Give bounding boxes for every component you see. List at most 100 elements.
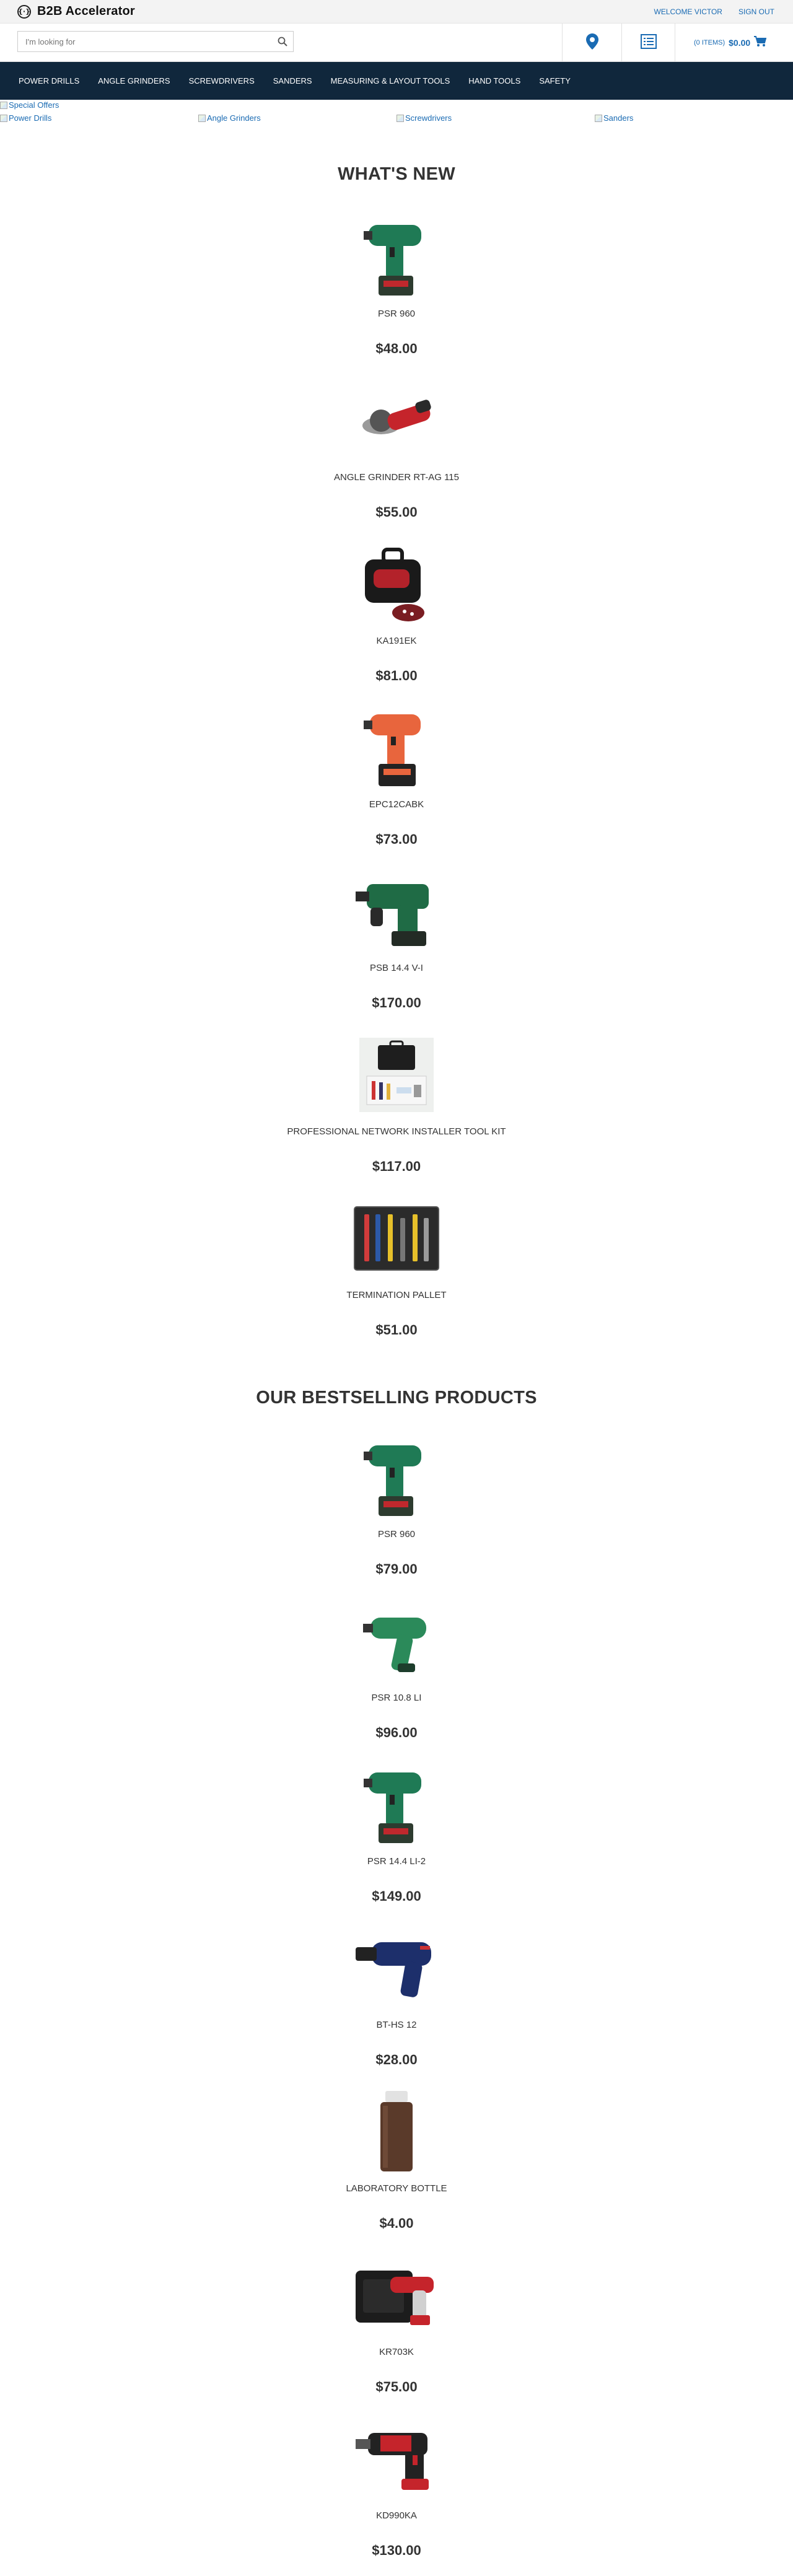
broken-image-icon [198,114,206,122]
product-price: $4.00 [379,2215,414,2231]
product-tile: PSR 960 $79.00 [0,1431,793,1595]
product-tile: PROFESSIONAL NETWORK INSTALLER TOOL KIT $… [0,1028,793,1192]
product-name[interactable]: BT-HS 12 [0,2020,793,2030]
product-price: $81.00 [375,668,418,683]
product-price: $75.00 [375,2379,418,2394]
special-offers-banner[interactable]: Special Offers [0,100,59,110]
product-name[interactable]: PROFESSIONAL NETWORK INSTALLER TOOL KIT [0,1126,793,1137]
product-name[interactable]: KD990KA [0,2510,793,2521]
nav-item[interactable]: SCREWDRIVERS [189,76,255,85]
product-tile: PSR 14.4 LI-2 $149.00 [0,1758,793,1922]
category-banner-link[interactable]: Screwdrivers [396,113,452,123]
search-box [17,31,294,52]
nav-item[interactable]: HAND TOOLS [468,76,520,85]
product-name[interactable]: LABORATORY BOTTLE [0,2183,793,2194]
product-tile: PSR 960 $48.00 [0,211,793,374]
category-banner-link[interactable]: Angle Grinders [198,113,261,123]
product-name[interactable]: ANGLE GRINDER RT-AG 115 [0,472,793,483]
product-tile: ANGLE GRINDER RT-AG 115 $55.00 [0,374,793,538]
product-name[interactable]: PSR 960 [0,1529,793,1540]
logo-icon: {·} [17,4,31,19]
product-name[interactable]: EPC12CABK [0,799,793,810]
product-price: $73.00 [375,831,418,847]
brown-bottle-icon[interactable] [350,2085,443,2178]
product-name[interactable]: PSR 960 [0,309,793,319]
category-banner-alt: Sanders [603,113,634,123]
product-tile: TERMINATION PALLET $51.00 [0,1192,793,1356]
product-tile: KR703K $75.00 [0,2249,793,2412]
store-locator-button[interactable] [562,24,621,62]
welcome-link[interactable]: WELCOME VICTOR [654,7,722,16]
category-banner-link[interactable]: Power Drills [0,113,51,123]
product-tile: LABORATORY BOTTLE $4.00 [0,2085,793,2249]
cart-total: $0.00 [729,38,751,48]
nav-item[interactable]: SAFETY [539,76,571,85]
product-name[interactable]: PSR 14.4 LI-2 [0,1856,793,1867]
product-price: $130.00 [372,2543,421,2558]
order-list-icon [640,33,657,52]
orange-cordless-drill-icon[interactable] [350,701,443,794]
search-input[interactable] [18,32,272,51]
green-cordless-drill-icon[interactable] [350,1758,443,1851]
product-name[interactable]: KA191EK [0,636,793,646]
category-banner-alt: Screwdrivers [405,113,452,123]
drill-in-case-icon[interactable] [350,2249,443,2342]
main-navigation: POWER DRILLS ANGLE GRINDERS SCREWDRIVERS SA… [0,62,793,100]
category-banners: Power Drills Angle Grinders Screwdrivers Sa… [0,113,793,126]
bestselling-title: OUR BESTSELLING PRODUCTS [256,1388,537,1408]
map-pin-icon [585,33,598,53]
product-price: $55.00 [375,504,418,520]
product-name[interactable]: KR703K [0,2347,793,2357]
black-sander-case-icon[interactable] [350,538,443,631]
nav-item[interactable]: SANDERS [273,76,312,85]
cart-item-count: (0 ITEMS) [694,39,725,46]
account-links: WELCOME VICTOR SIGN OUT [654,7,774,16]
search-icon[interactable] [272,32,293,51]
product-price: $170.00 [372,995,421,1010]
product-tile: BT-HS 12 $28.00 [0,1922,793,2085]
product-price: $96.00 [375,1725,418,1740]
green-cordless-drill-icon[interactable] [350,211,443,304]
nav-item[interactable]: ANGLE GRINDERS [98,76,170,85]
product-name[interactable]: TERMINATION PALLET [0,1290,793,1300]
red-angle-grinder-icon[interactable] [350,374,443,467]
site-logo[interactable]: {·} B2B Accelerator [17,4,135,19]
product-price: $117.00 [372,1159,421,1174]
search-row: (0 ITEMS) $0.00 [0,24,793,62]
green-cordless-drill-icon[interactable] [350,1431,443,1524]
quick-order-button[interactable] [621,24,675,62]
product-price: $28.00 [375,2052,418,2067]
cart-icon [754,35,767,50]
broken-image-icon [396,114,404,122]
broken-image-icon [595,114,602,122]
tool-kit-case-icon[interactable] [350,1028,443,1121]
sign-out-link[interactable]: SIGN OUT [738,7,774,16]
tool-pallet-icon[interactable] [350,1192,443,1285]
product-tile: KA191EK $81.00 [0,538,793,701]
product-tile: PSB 14.4 V-I $170.00 [0,865,793,1028]
category-banner-alt: Power Drills [9,113,52,123]
brand-name: B2B Accelerator [37,4,135,18]
top-bar: {·} B2B Accelerator WELCOME VICTOR SIGN … [0,0,793,24]
mini-cart[interactable]: (0 ITEMS) $0.00 [675,24,793,62]
red-rotary-hammer-icon[interactable] [350,2412,443,2505]
product-tile: PSR 10.8 LI $96.00 [0,1595,793,1758]
category-banner-alt: Angle Grinders [207,113,261,123]
product-name[interactable]: PSB 14.4 V-I [0,963,793,973]
product-tile: KD990KA $130.00 [0,2412,793,2576]
broken-image-icon [0,101,7,109]
nav-item[interactable]: MEASURING & LAYOUT TOOLS [331,76,450,85]
green-compact-drill-icon[interactable] [350,1595,443,1688]
product-price: $48.00 [375,341,418,356]
category-banner-link[interactable]: Sanders [595,113,633,123]
product-price: $51.00 [375,1322,418,1338]
blue-heat-gun-icon[interactable] [350,1922,443,2015]
special-offers-alt: Special Offers [9,100,59,110]
green-hammer-drill-icon[interactable] [350,865,443,958]
product-tile: EPC12CABK $73.00 [0,701,793,865]
whats-new-title: WHAT'S NEW [338,164,455,184]
product-price: $79.00 [375,1561,418,1577]
nav-item[interactable]: POWER DRILLS [19,76,79,85]
product-name[interactable]: PSR 10.8 LI [0,1693,793,1703]
product-price: $149.00 [372,1888,421,1904]
